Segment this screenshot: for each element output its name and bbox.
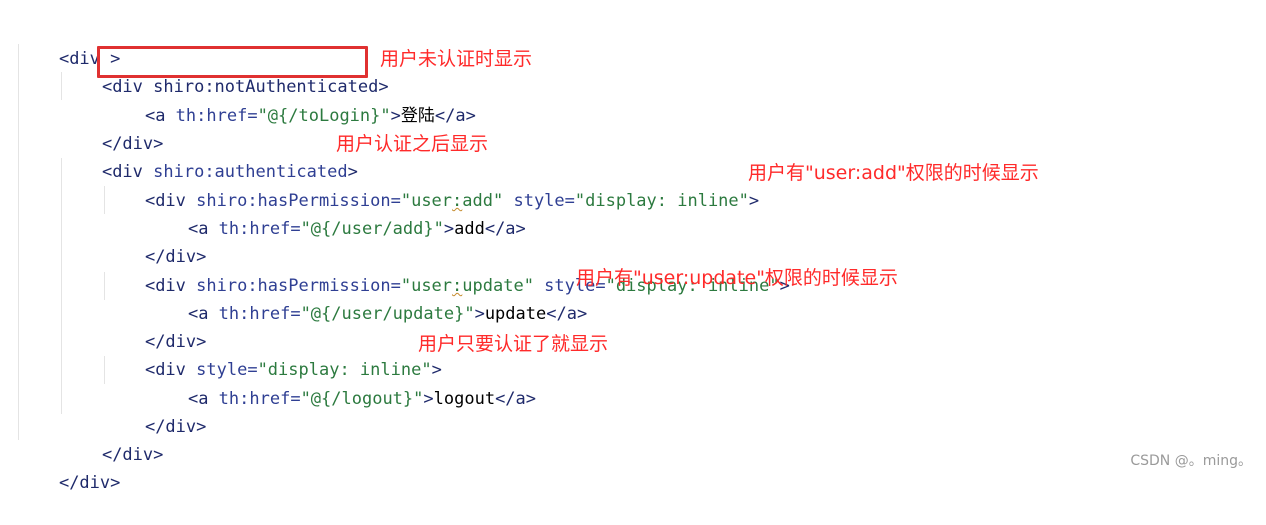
tag-end: </a>: [434, 106, 476, 126]
code-line-16: </div>: [18, 441, 120, 493]
tag-close: >: [474, 304, 485, 324]
note-perm-add: 用户有"user:add"权限的时候显示: [748, 162, 1039, 184]
attr-value: "@{/user/add}": [300, 219, 444, 239]
attr-href: th:href=: [165, 106, 258, 126]
code-line-14: </div>: [104, 385, 206, 437]
tag-close: >: [748, 191, 760, 211]
tag-end: </a>: [495, 389, 537, 409]
code-line-8: </div>: [104, 215, 206, 267]
code-line-10: <a th:href="@{/user/update}">update</a>: [147, 272, 587, 324]
code-line-5: <div shiro:authenticated>: [61, 130, 358, 182]
attr-href: th:href=: [208, 389, 301, 409]
tag-close: >: [390, 106, 401, 126]
code-line-12: <div style="display: inline">: [104, 328, 442, 380]
attr-value: "@{/toLogin}": [257, 106, 391, 126]
link-text: logout: [433, 389, 496, 409]
attr-value: "@{/logout}": [300, 389, 424, 409]
note-not-authenticated: 用户未认证时显示: [380, 48, 533, 70]
note-perm-update: 用户有"user:update"权限的时候显示: [576, 267, 898, 289]
attr-href: th:href=: [208, 219, 301, 239]
attr-value: "@{/user/update}": [300, 304, 475, 324]
tag-end: </div>: [58, 473, 121, 493]
link-text: update: [484, 304, 547, 324]
attr-value: "display: inline": [574, 191, 749, 211]
link-text: 登陆: [400, 106, 435, 126]
code-line-13: <a th:href="@{/logout}">logout</a>: [147, 357, 536, 409]
tag-end: </a>: [546, 304, 588, 324]
code-line-6: <div shiro:hasPermission="user:add" styl…: [104, 159, 759, 211]
code-line-11: </div>: [104, 300, 206, 352]
watermark: CSDN @。ming。: [1130, 453, 1252, 469]
note-inline-auth: 用户只要认证了就显示: [418, 333, 609, 355]
code-line-3: <a th:href="@{/toLogin}">登陆</a>: [104, 74, 476, 126]
tag-close: >: [423, 389, 434, 409]
note-authenticated: 用户认证之后显示: [336, 133, 489, 155]
link-text: add: [454, 219, 485, 239]
tag-close: >: [443, 219, 455, 239]
attr-href: th:href=: [208, 304, 301, 324]
code-line-15: </div>: [61, 413, 163, 465]
code-editor: <div > <div shiro:notAuthenticated> 用户未认…: [0, 0, 1266, 493]
indent-guide: [18, 44, 19, 440]
code-line-1: <div >: [18, 17, 120, 69]
code-line-7: <a th:href="@{/user/add}">add</a>: [147, 187, 526, 239]
tag-end: </a>: [484, 219, 526, 239]
code-line-4: </div>: [61, 102, 163, 154]
